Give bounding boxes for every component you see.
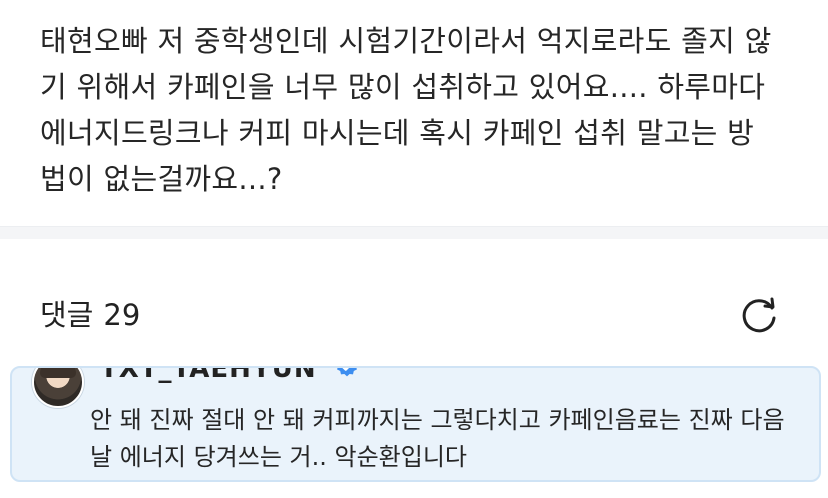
highlighted-comment[interactable]: TXT_TAEHYUN 안 돼 진짜 절대 안 돼 커피까지는 그렇다치고 카페… [10,366,821,482]
comment-author[interactable]: TXT_TAEHYUN [100,366,359,384]
post-body-line: 에너지드링크나 커피 마시는데 혹시 카페인 섭취 말고는 방 [40,116,755,150]
post-body-line: 기 위해서 카페인을 너무 많이 섭취하고 있어요.... 하루마다 [40,70,766,104]
comment-text: 안 돼 진짜 절대 안 돼 커피까지는 그렇다치고 카페인음료는 진짜 다음 날… [90,402,810,476]
post-body: 태현오빠 저 중학생인데 시험기간이라서 억지로라도 졸지 않 기 위해서 카페… [40,18,810,202]
refresh-icon [742,297,776,333]
post-body-line: 태현오빠 저 중학생인데 시험기간이라서 억지로라도 졸지 않 [40,24,772,58]
comments-count: 29 [103,298,141,332]
comment-author-name: TXT_TAEHYUN [100,366,317,384]
avatar-hair [40,368,76,378]
comments-label: 댓글 [40,298,94,332]
comments-title: 댓글 29 [40,298,140,332]
comment-text-line: 안 돼 진짜 절대 안 돼 커피까지는 그렇다치고 카페인음료는 진짜 다음 [90,406,785,434]
verified-badge-icon [336,368,357,376]
post-detail-screen: 태현오빠 저 중학생인데 시험기간이라서 억지로라도 졸지 않 기 위해서 카페… [0,0,828,498]
comments-header: 댓글 29 [0,238,828,358]
avatar[interactable] [32,368,84,408]
post-body-line: 법이 없는걸까요...? [40,162,283,196]
refresh-button[interactable] [739,294,781,336]
comment-text-line: 날 에너지 당겨쓰는 거.. 악순환입니다 [90,443,467,471]
